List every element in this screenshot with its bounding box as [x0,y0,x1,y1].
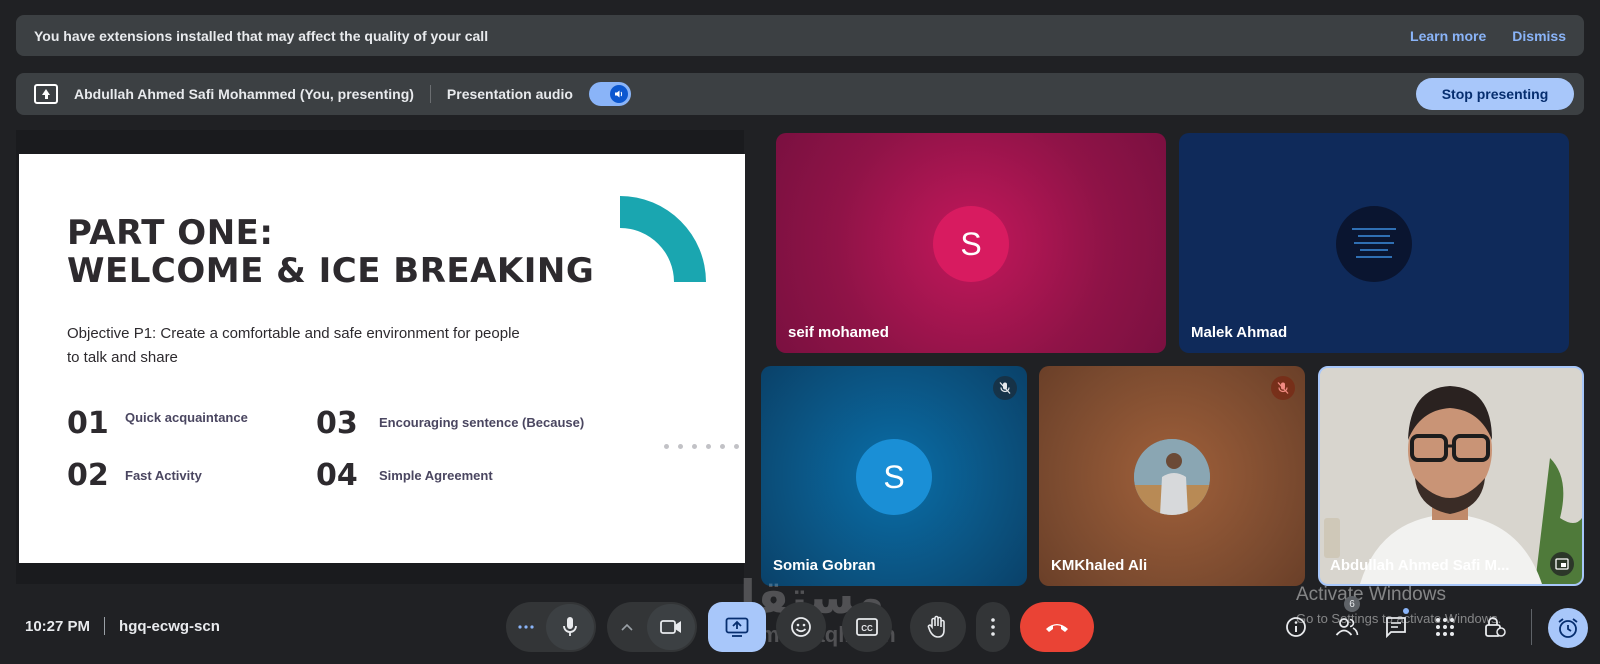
avatar: S [933,206,1009,282]
extension-banner-actions: Learn more Dismiss [1410,28,1566,44]
more-dots-icon [518,625,534,629]
participant-tile-self[interactable]: Abdullah Ahmed Safi M... [1318,366,1584,586]
slide-accent-shape [620,196,706,282]
people-button[interactable]: 6 [1332,596,1362,642]
stop-presenting-button[interactable]: Stop presenting [1416,78,1574,110]
host-controls-button[interactable] [1480,612,1510,642]
present-screen-icon [725,617,749,637]
participant-tile[interactable]: Malek Ahmad [1179,133,1569,353]
item-label: Quick acquaintance [125,410,248,425]
slide-title-line2: WELCOME & ICE BREAKING [67,251,595,291]
speaker-icon [609,85,628,103]
emoji-icon [791,617,811,637]
people-count-badge: 6 [1344,596,1360,612]
activate-windows-title: Activate Windows [1296,584,1446,605]
reactions-button[interactable] [776,602,826,652]
chat-icon [1386,617,1406,638]
presentation-slide: PART ONE: WELCOME & ICE BREAKING Objecti… [19,154,745,563]
people-icon [1335,618,1359,636]
raise-hand-button[interactable] [910,602,966,652]
item-number: 01 [67,406,109,441]
participant-tile[interactable]: S seif mohamed [776,133,1166,353]
dismiss-button[interactable]: Dismiss [1512,28,1566,44]
lock-person-icon [1485,617,1506,637]
participant-name: seif mohamed [788,324,889,341]
present-screen-icon [34,84,58,104]
avatar: S [856,439,932,515]
presentation-audio-toggle[interactable] [588,82,631,106]
divider [104,617,106,635]
self-video-feed [1320,368,1582,584]
audio-options-button[interactable] [506,602,546,652]
participant-name: KMKhaled Ali [1051,557,1148,574]
camera-button[interactable] [647,604,695,650]
notification-dot [1403,608,1409,614]
slide-objective: Objective P1: Create a comfortable and s… [67,325,520,366]
chevron-up-icon [621,623,633,631]
item-label: Fast Activity [125,468,202,483]
end-call-icon [1046,624,1068,632]
slide-title: PART ONE: WELCOME & ICE BREAKING [67,214,594,290]
microphone-button[interactable] [546,604,594,650]
picture-in-picture-icon [1555,558,1569,570]
video-camera-icon [660,620,681,634]
chat-button[interactable] [1381,608,1411,642]
meeting-info: 10:27 PM hgq-ecwg-scn [25,617,220,635]
svg-text:CC: CC [861,624,873,633]
extension-warning-banner: You have extensions installed that may a… [16,15,1584,56]
participant-name: Malek Ahmad [1191,324,1288,341]
profile-picture-icon [1352,228,1396,258]
timer-button[interactable] [1548,608,1588,648]
alarm-clock-icon [1558,618,1578,638]
captions-button[interactable]: CC [842,602,892,652]
learn-more-link[interactable]: Learn more [1410,28,1486,44]
more-options-button[interactable] [976,602,1010,652]
microphone-icon [563,617,577,636]
item-label: Simple Agreement [379,468,493,483]
camera-control-group [607,602,697,652]
mic-off-icon [1271,376,1295,400]
mic-control-group [506,602,596,652]
meeting-code: hgq-ecwg-scn [119,617,220,635]
meeting-time: 10:27 PM [25,617,91,635]
participant-tile[interactable]: KMKhaled Ali [1039,366,1305,586]
profile-photo-icon [1134,439,1210,515]
decorative-dots [664,444,745,449]
avatar [1134,439,1210,515]
apps-grid-icon [1436,618,1454,636]
raise-hand-icon [927,615,945,638]
meeting-details-button[interactable] [1281,612,1311,642]
participant-tile[interactable]: S Somia Gobran [761,366,1027,586]
slide-title-line1: PART ONE: [67,213,274,253]
participant-name: Abdullah Ahmed Safi M... [1330,557,1510,574]
presenting-bar: Abdullah Ahmed Safi Mohammed (You, prese… [16,73,1584,115]
avatar [1336,206,1412,282]
more-vert-icon [991,618,995,636]
divider [1531,609,1532,645]
info-icon [1286,617,1306,637]
leave-call-button[interactable] [1020,602,1094,652]
divider [429,85,431,103]
item-label: Encouraging sentence (Because) [379,415,585,430]
mic-off-icon [993,376,1017,400]
item-number: 04 [316,458,358,493]
item-number: 02 [67,458,109,493]
closed-captions-icon: CC [856,618,878,636]
activities-button[interactable] [1430,612,1460,642]
extension-warning-message: You have extensions installed that may a… [34,27,489,44]
pip-button[interactable] [1550,552,1574,576]
presenter-name: Abdullah Ahmed Safi Mohammed (You, prese… [74,86,414,102]
camera-options-button[interactable] [607,602,647,652]
present-now-button[interactable] [708,602,766,652]
presentation-audio-label: Presentation audio [446,86,573,102]
item-number: 03 [316,406,358,441]
